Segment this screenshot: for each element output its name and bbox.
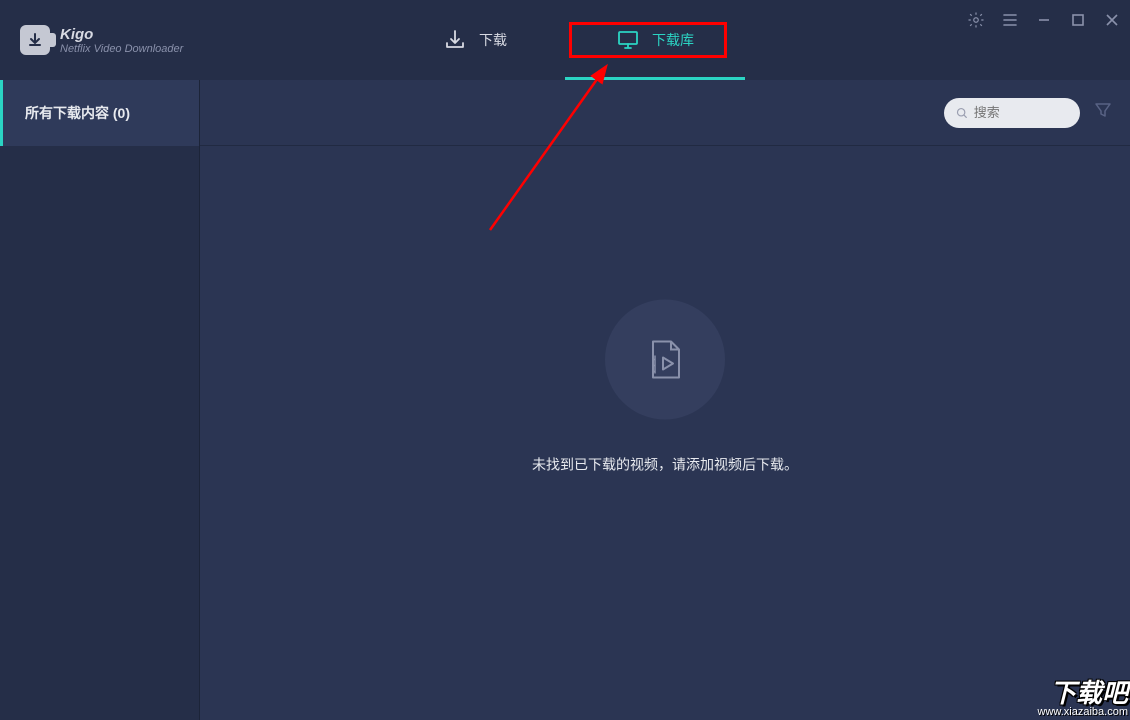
empty-state: 未找到已下载的视频，请添加视频后下载。 xyxy=(532,300,798,475)
logo-area: Kigo Netflix Video Downloader xyxy=(0,25,183,55)
empty-message: 未找到已下载的视频，请添加视频后下载。 xyxy=(532,455,798,475)
empty-icon-circle xyxy=(605,300,725,420)
sidebar-item-all-downloads[interactable]: 所有下载内容 (0) xyxy=(0,80,199,146)
tab-library-label: 下载库 xyxy=(652,30,694,50)
app-title: Kigo xyxy=(60,26,183,43)
download-arrow-icon xyxy=(28,33,42,47)
content-area: 所有下载内容 (0) xyxy=(0,80,1130,720)
app-subtitle: Netflix Video Downloader xyxy=(60,43,183,55)
watermark: 下载吧 www.xiazaiba.com xyxy=(1032,674,1130,720)
sidebar: 所有下载内容 (0) xyxy=(0,80,200,720)
tab-library[interactable]: 下载库 xyxy=(565,0,745,80)
settings-icon[interactable] xyxy=(966,10,986,30)
window-controls xyxy=(966,10,1122,30)
tab-bar: 下载 下载库 xyxy=(385,0,745,80)
watermark-title: 下载吧 xyxy=(1038,680,1128,706)
search-input[interactable] xyxy=(974,105,1068,120)
toolbar xyxy=(200,80,1130,146)
tab-download[interactable]: 下载 xyxy=(385,0,565,80)
tab-download-label: 下载 xyxy=(479,30,507,50)
watermark-url: www.xiazaiba.com xyxy=(1038,706,1128,718)
search-box[interactable] xyxy=(944,98,1080,128)
minimize-button[interactable] xyxy=(1034,10,1054,30)
menu-icon[interactable] xyxy=(1000,10,1020,30)
search-icon xyxy=(956,106,968,120)
app-logo-icon xyxy=(20,25,50,55)
maximize-button[interactable] xyxy=(1068,10,1088,30)
logo-text: Kigo Netflix Video Downloader xyxy=(60,26,183,55)
main-panel: 未找到已下载的视频，请添加视频后下载。 xyxy=(200,80,1130,720)
download-icon xyxy=(443,28,467,52)
monitor-icon xyxy=(616,28,640,52)
title-bar: Kigo Netflix Video Downloader 下载 下载库 xyxy=(0,0,1130,80)
sidebar-item-label: 所有下载内容 (0) xyxy=(25,103,130,123)
filter-icon[interactable] xyxy=(1094,101,1112,124)
close-button[interactable] xyxy=(1102,10,1122,30)
video-file-icon xyxy=(641,336,689,384)
